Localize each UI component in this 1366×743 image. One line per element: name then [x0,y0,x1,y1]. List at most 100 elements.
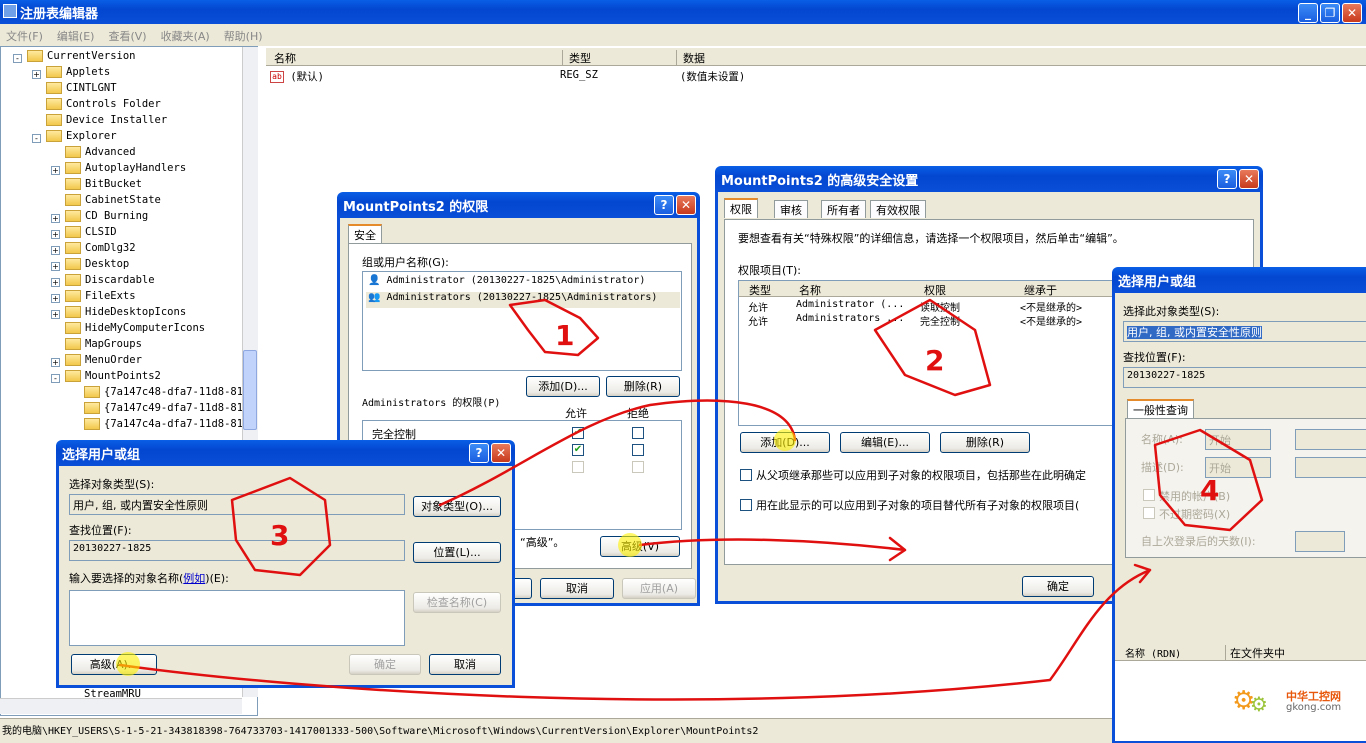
col-permission[interactable]: 权限 [924,282,946,298]
tree-item-label: Explorer [66,130,117,142]
select-users-dialog: 选择用户或组 ? ✕ 选择对象类型(S): 用户, 组, 或内置安全性原则 对象类… [56,440,515,688]
col-name[interactable]: 名称 [274,50,296,66]
help-icon[interactable]: ? [1217,169,1237,189]
examples-link[interactable]: 例如 [183,572,205,585]
close-button[interactable]: ✕ [676,195,696,215]
tree-item[interactable]: CabinetState [65,194,161,210]
ok-button[interactable]: 确定 [1022,576,1094,597]
menu-view[interactable]: 查看(V) [108,28,146,43]
expand-toggle[interactable]: + [51,278,60,287]
menu-edit[interactable]: 编辑(E) [57,28,95,43]
tree-scrollbar-thumb[interactable] [243,350,257,430]
add-button[interactable]: 添加(D)... [740,432,830,453]
tree-item[interactable]: CINTLGNT [46,82,117,98]
folder-icon [65,146,81,158]
allow-full-checkbox[interactable]: ✔ [572,427,584,439]
tree-item[interactable]: HideMyComputerIcons [65,322,205,338]
advanced-button[interactable]: 高级(A)... [71,654,157,675]
deny-modify-checkbox[interactable] [632,444,644,456]
tree-item[interactable]: Device Installer [46,114,167,130]
tree-item[interactable]: {7a147c48-dfa7-11d8-811 [84,386,249,402]
user-item-administrators[interactable]: 👥 Administrators (20130227-1825\Administ… [366,292,680,308]
folder-icon [46,82,62,94]
tree-item[interactable]: MenuOrder [65,354,142,370]
tree-item[interactable]: BitBucket [65,178,142,194]
tree-item[interactable]: Advanced [65,146,136,162]
user-list[interactable] [362,271,682,371]
tree-item[interactable]: Desktop [65,258,129,274]
close-button[interactable]: ✕ [491,443,511,463]
col-folder[interactable]: 在文件夹中 [1225,645,1285,661]
tree-item[interactable]: HideDesktopIcons [65,306,186,322]
tree-item[interactable]: Explorer [46,130,117,146]
tree-item[interactable]: FileExts [65,290,136,306]
tree-item[interactable]: AutoplayHandlers [65,162,186,178]
expand-toggle[interactable]: + [51,262,60,271]
tree-item[interactable]: Discardable [65,274,155,290]
cancel-button[interactable]: 取消 [540,578,614,599]
allow-modify-checkbox[interactable]: ✔ [572,444,584,456]
menu-help[interactable]: 帮助(H) [224,28,263,43]
menu-favorites[interactable]: 收藏夹(A) [161,28,210,43]
value-row[interactable]: ab (默认) REG_SZ (数值未设置) [270,69,870,85]
tree-item[interactable]: Applets [46,66,110,82]
object-type-field: 用户, 组, 或内置安全性原则 [1123,321,1366,342]
tab-owner[interactable]: 所有者 [821,200,866,218]
tab-security[interactable]: 安全 [348,224,382,244]
expand-toggle[interactable]: + [32,70,41,79]
deny-full-checkbox[interactable] [632,427,644,439]
edit-button[interactable]: 编辑(E)... [840,432,930,453]
add-button[interactable]: 添加(D)... [526,376,600,397]
help-icon[interactable]: ? [469,443,489,463]
tree-item[interactable]: ComDlg32 [65,242,136,258]
locations-button[interactable]: 位置(L)... [413,542,501,563]
close-button[interactable]: ✕ [1239,169,1259,189]
col-type[interactable]: 类型 [562,50,591,66]
help-icon[interactable]: ? [654,195,674,215]
expand-toggle[interactable]: + [51,214,60,223]
menu-file[interactable]: 文件(F) [6,28,43,43]
expand-toggle[interactable]: + [51,246,60,255]
tree-item[interactable]: Controls Folder [46,98,161,114]
tab-permissions[interactable]: 权限 [724,198,758,218]
expand-toggle[interactable]: + [51,166,60,175]
tab-auditing[interactable]: 审核 [774,200,808,218]
remove-button[interactable]: 删除(R) [940,432,1030,453]
col-data[interactable]: 数据 [676,50,705,66]
advanced-button[interactable]: 高级(V) [600,536,680,557]
expand-toggle[interactable]: + [51,294,60,303]
tree-item[interactable]: MountPoints2 [65,370,161,386]
tree-item[interactable]: CurrentVersion [27,50,136,66]
tree-item[interactable]: {7a147c49-dfa7-11d8-811 [84,402,249,418]
tab-common-queries[interactable]: 一般性查询 [1127,399,1194,419]
status-path: 我的电脑\HKEY_USERS\S-1-5-21-343818398-76473… [2,726,759,737]
expand-toggle[interactable]: - [32,134,41,143]
tree-item[interactable]: {7a147c4a-dfa7-11d8-811 [84,418,249,434]
cancel-button[interactable]: 取消 [429,654,501,675]
expand-toggle[interactable]: - [13,54,22,63]
user-item-administrator[interactable]: 👤 Administrator (20130227-1825\Administr… [368,275,645,286]
object-types-button[interactable]: 对象类型(O)... [413,496,501,517]
maximize-button[interactable]: ❐ [1320,3,1340,23]
expand-toggle[interactable]: + [51,358,60,367]
expand-toggle[interactable]: + [51,310,60,319]
inherit-checkbox[interactable] [740,469,752,481]
tab-effective[interactable]: 有效权限 [870,200,926,218]
tree-hscroll[interactable] [0,698,242,714]
col-name[interactable]: 名称 [799,282,821,298]
close-button[interactable]: ✕ [1342,3,1362,23]
remove-button[interactable]: 删除(R) [606,376,680,397]
col-type[interactable]: 类型 [749,282,771,298]
folder-icon [84,418,100,430]
expand-toggle[interactable]: + [51,230,60,239]
tree-item[interactable]: MapGroups [65,338,142,354]
col-inherited[interactable]: 继承于 [1024,282,1057,298]
minimize-button[interactable]: _ [1298,3,1318,23]
object-name-field[interactable] [69,590,405,646]
tree-item[interactable]: CD Burning [65,210,148,226]
desc-query-label: 描述(D): [1141,461,1184,474]
tree-item[interactable]: CLSID [65,226,117,242]
replace-checkbox[interactable] [740,499,752,511]
col-rdn[interactable]: 名称 (RDN) [1125,645,1181,660]
expand-toggle[interactable]: - [51,374,60,383]
